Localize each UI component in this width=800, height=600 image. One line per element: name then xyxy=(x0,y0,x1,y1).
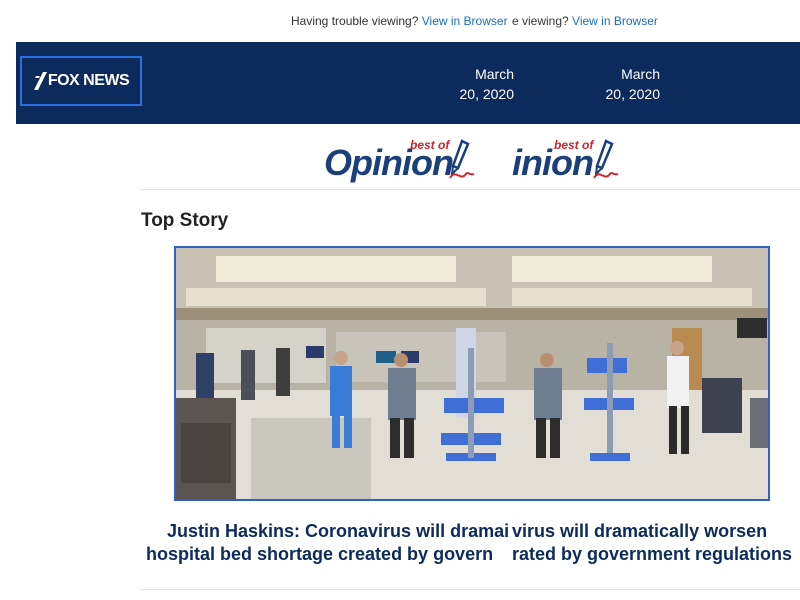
hospital-photo-duplicate xyxy=(512,248,768,499)
logo-text: FOX NEWS xyxy=(47,72,130,89)
hospital-photo xyxy=(176,248,512,499)
divider xyxy=(140,189,800,190)
preheader-left: Having trouble viewing? View in Browser xyxy=(291,13,512,29)
preheader-right: e viewing? View in Browser xyxy=(512,13,672,29)
best-of-label: best of xyxy=(410,138,450,152)
email-header: FOX NEWS March 20, 2020 March 20, 2020 xyxy=(16,42,800,124)
top-story-image[interactable] xyxy=(174,246,770,501)
best-of-opinion-banner-duplicate: inion best of xyxy=(512,138,622,186)
issue-date: March 20, 2020 xyxy=(459,66,515,102)
headline-line-2-fragment: rated by government regulations xyxy=(512,544,793,564)
divider-bottom xyxy=(140,589,800,590)
preheader-text: Having trouble viewing? xyxy=(291,14,419,28)
issue-date-duplicate: March 20, 2020 xyxy=(605,66,661,102)
pen-icon-duplicate xyxy=(593,139,619,179)
view-in-browser-link[interactable]: View in Browser xyxy=(422,14,508,28)
fox-slash-icon xyxy=(33,72,47,90)
headline-line-2: hospital bed shortage created by govern xyxy=(146,544,494,564)
headline-line-1-fragment: virus will dramatically worsen xyxy=(512,521,768,541)
headline-line-1: Justin Haskins: Coronavirus will dramai xyxy=(167,521,510,541)
view-in-browser-link-duplicate[interactable]: View in Browser xyxy=(572,14,658,28)
story-headline[interactable]: Justin Haskins: Coronavirus will dramai … xyxy=(146,520,512,566)
pen-icon xyxy=(449,139,475,179)
best-of-label-duplicate: best of xyxy=(554,138,594,152)
story-headline-duplicate[interactable]: virus will dramatically worsen rated by … xyxy=(512,520,800,566)
section-title: Top Story xyxy=(141,210,229,231)
best-of-opinion-banner: Opinion best of xyxy=(322,138,512,186)
preheader-fragment: e viewing? xyxy=(512,14,569,28)
fox-news-logo[interactable]: FOX NEWS xyxy=(20,56,142,106)
